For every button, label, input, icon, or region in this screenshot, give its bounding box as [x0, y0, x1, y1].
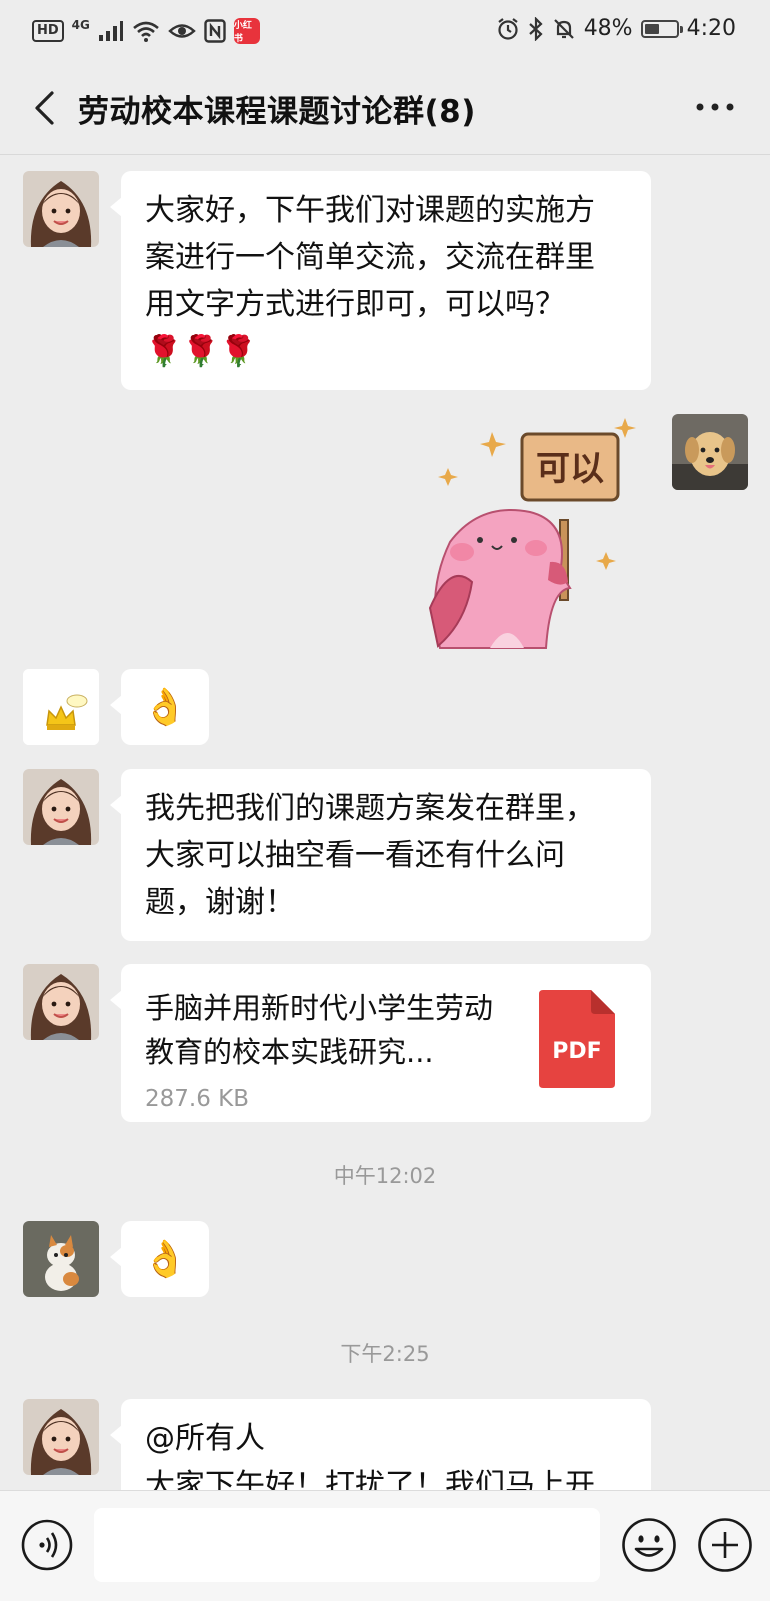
network-label: 4G	[71, 18, 90, 32]
ok-hand-emoji: 👌	[142, 1238, 188, 1280]
avatar-crown[interactable]	[23, 669, 99, 745]
sticker-message[interactable]: 可以	[420, 412, 640, 650]
nfc-icon	[204, 19, 226, 43]
input-bar	[0, 1490, 770, 1601]
message-text: 我先把我们的课题方案发在群里， 大家可以抽空看一看还有什么问 题，谢谢！	[145, 791, 595, 920]
pdf-label: PDF	[552, 1039, 601, 1064]
girl-avatar-icon	[23, 1399, 99, 1475]
app-badge-icon: 小红书	[233, 18, 260, 44]
sticker-sign-text: 可以	[536, 449, 604, 489]
avatar-dog[interactable]	[672, 414, 748, 490]
wifi-icon	[133, 21, 159, 42]
message-text: 大家好，下午我们对课题的实施方 案进行一个简单交流，交流在群里 用文字方式进行即…	[145, 193, 595, 369]
chat-header: 劳动校本课程课题讨论群(8)	[0, 62, 770, 155]
voice-icon	[21, 1519, 73, 1571]
emoji-bubble[interactable]: 👌	[110, 1221, 209, 1297]
girl-avatar-icon	[23, 171, 99, 247]
girl-avatar-icon	[23, 769, 99, 845]
avatar-cat[interactable]	[23, 1221, 99, 1297]
emoji-bubble[interactable]: 👌	[110, 669, 209, 745]
dog-avatar-icon	[672, 414, 748, 490]
ok-hand-emoji: 👌	[142, 686, 188, 728]
emoji-button[interactable]	[620, 1516, 678, 1574]
avatar-girl[interactable]	[23, 1399, 99, 1475]
avatar-girl[interactable]	[23, 171, 99, 247]
more-actions-button[interactable]	[696, 1516, 754, 1574]
alarm-icon	[498, 17, 518, 40]
back-arrow-icon	[35, 91, 54, 125]
timestamp: 下午2:25	[340, 1342, 430, 1366]
status-right: 48% 4:20	[496, 16, 736, 41]
signal-icon	[98, 21, 123, 41]
timestamp: 中午12:02	[333, 1164, 437, 1188]
pdf-icon: PDF	[539, 990, 615, 1088]
plus-icon	[698, 1518, 752, 1572]
girl-avatar-icon	[23, 964, 99, 1040]
hd-icon: HD	[32, 20, 64, 42]
avatar-girl[interactable]	[23, 769, 99, 845]
battery-icon	[640, 19, 683, 38]
clock: 4:20	[686, 16, 736, 41]
voice-button[interactable]	[20, 1518, 74, 1572]
file-name: 手脑并用新时代小学生劳动教育的校本实践研究...	[145, 991, 494, 1069]
status-bar: HD 4G 小红书 48% 4:20	[0, 0, 770, 62]
fish-holding-sign-sticker: 可以	[428, 418, 636, 649]
chat-title: 劳动校本课程课题讨论群(8)	[78, 94, 476, 130]
emoji-icon	[622, 1518, 676, 1572]
message-bubble[interactable]: 我先把我们的课题方案发在群里， 大家可以抽空看一看还有什么问 题，谢谢！	[110, 769, 651, 941]
cat-avatar-icon	[23, 1221, 99, 1297]
more-button[interactable]	[690, 92, 740, 122]
battery-level	[644, 23, 659, 34]
avatar-girl[interactable]	[23, 964, 99, 1040]
more-icon	[696, 103, 734, 111]
file-message[interactable]: 手脑并用新时代小学生劳动教育的校本实践研究... 287.6 KB PDF	[110, 964, 651, 1122]
message-bubble[interactable]: 大家好，下午我们对课题的实施方 案进行一个简单交流，交流在群里 用文字方式进行即…	[110, 171, 651, 390]
status-left: HD 4G 小红书	[32, 18, 260, 44]
crown-avatar-icon	[23, 669, 99, 745]
mute-bell-icon	[553, 18, 574, 39]
back-button[interactable]	[24, 86, 64, 130]
battery-percent: 48%	[583, 16, 633, 41]
message-input[interactable]	[94, 1508, 600, 1582]
eye-icon	[168, 24, 196, 38]
bluetooth-icon	[528, 16, 543, 41]
